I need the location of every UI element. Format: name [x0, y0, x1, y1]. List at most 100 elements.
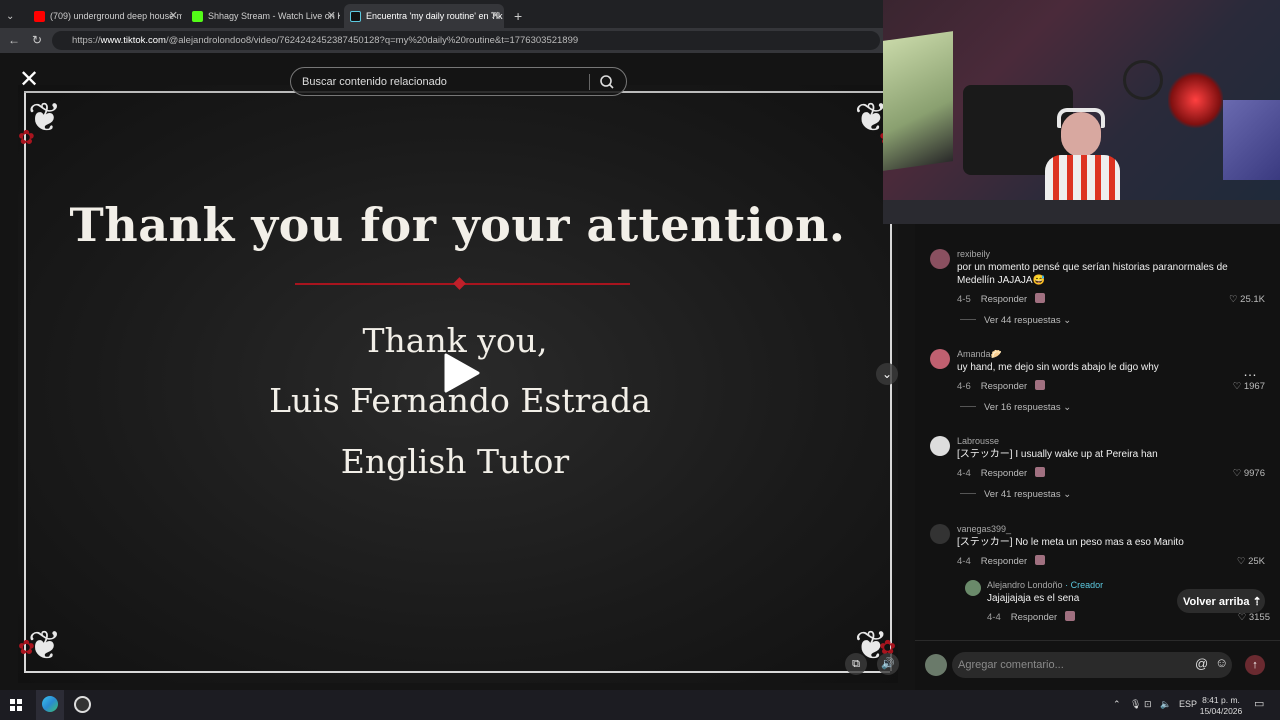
- tab-kick[interactable]: Shhagy Stream - Watch Live on Ki ✕: [186, 4, 340, 28]
- mention-icon[interactable]: @: [1195, 656, 1208, 671]
- avatar[interactable]: [930, 349, 950, 369]
- comment-input[interactable]: Agregar comentario...: [952, 652, 1232, 678]
- like-count: 3155: [1248, 612, 1270, 623]
- pip-icon[interactable]: ⧉: [845, 653, 867, 675]
- play-icon[interactable]: [442, 351, 482, 395]
- heart-icon[interactable]: ♡: [1237, 556, 1246, 567]
- rose-icon: ✿: [18, 125, 35, 149]
- avatar[interactable]: [930, 524, 950, 544]
- next-video-chevron-icon[interactable]: ⌄: [876, 363, 898, 385]
- comment-username[interactable]: rexibeily: [957, 249, 990, 259]
- sticker-icon: [1035, 380, 1046, 390]
- heart-icon[interactable]: ♡: [1229, 294, 1238, 305]
- emoji-icon[interactable]: ☺: [1215, 655, 1228, 670]
- search-separator: [589, 74, 590, 90]
- windows-start-icon[interactable]: [10, 699, 22, 711]
- close-tab-icon[interactable]: ✕: [491, 9, 500, 22]
- comment-text: por un momento pensé que serían historia…: [957, 262, 1228, 286]
- notification-icon[interactable]: ▭: [1254, 697, 1264, 710]
- rose-icon: ✿: [18, 635, 35, 659]
- bed: [1223, 100, 1280, 180]
- frame-border-bottom: [24, 671, 890, 673]
- comment-text: uy hand, me dejo sin words abajo le digo…: [957, 362, 1159, 373]
- comment-date: 4-6: [957, 381, 971, 392]
- reply-username[interactable]: Alejandro Londoño · Creador: [987, 580, 1103, 590]
- view-replies-button[interactable]: Ver 41 respuestas ⌄: [960, 489, 1071, 500]
- clock[interactable]: 8:41 p. m. 15/04/2026: [1199, 695, 1243, 717]
- taskbar-edge-button[interactable]: [36, 690, 64, 720]
- tab-list-button[interactable]: ⌄: [0, 4, 26, 28]
- tab-tiktok[interactable]: Encuentra 'my daily routine' en Tik ✕: [344, 4, 504, 28]
- send-icon[interactable]: ↑: [1245, 655, 1265, 675]
- tab-label: (709) underground deep house m: [50, 11, 182, 21]
- language-indicator[interactable]: ESP: [1179, 699, 1197, 709]
- obs-icon[interactable]: [74, 696, 91, 713]
- view-replies-button[interactable]: Ver 16 respuestas ⌄: [960, 402, 1071, 413]
- mic-icon[interactable]: 🎙: [1130, 699, 1141, 710]
- comment-placeholder: Agregar comentario...: [958, 659, 1064, 671]
- comment-username[interactable]: Labrousse: [957, 436, 999, 446]
- slide-title: Thank you for your attention.: [69, 198, 846, 252]
- close-tab-icon[interactable]: ✕: [169, 9, 178, 22]
- reply-button[interactable]: Responder: [981, 468, 1027, 479]
- fan-icon: [1123, 60, 1163, 100]
- headphones-icon: [1057, 108, 1105, 128]
- comment-date: 4-4: [957, 468, 971, 479]
- comment-text: [ステッカー] I usually wake up at Pereira han: [957, 449, 1158, 460]
- avatar: [925, 654, 947, 676]
- close-tab-icon[interactable]: ✕: [327, 9, 336, 22]
- sticker-icon: [1035, 555, 1046, 565]
- like-count: 1967: [1243, 381, 1265, 392]
- url-input[interactable]: https://www.tiktok.com/@alejandrolondoo8…: [52, 31, 880, 50]
- back-icon[interactable]: ←: [8, 33, 20, 47]
- url-domain: www.tiktok.com: [100, 35, 166, 46]
- heart-icon[interactable]: ♡: [1238, 612, 1247, 623]
- reply-button[interactable]: Responder: [981, 294, 1027, 305]
- url-path: /@alejandrolondoo8/video/762424245238745…: [165, 35, 579, 46]
- comment-item: Labrousse [ステッカー] I usually wake up at P…: [930, 436, 1275, 516]
- heart-icon[interactable]: ♡: [1233, 381, 1242, 392]
- reload-icon[interactable]: ↻: [32, 33, 42, 47]
- view-replies-label: Ver 44 respuestas: [984, 315, 1061, 326]
- tiktok-icon: [350, 10, 361, 22]
- search-icon[interactable]: [598, 73, 616, 91]
- tab-youtube[interactable]: (709) underground deep house m ✕: [28, 4, 182, 28]
- like-count: 9976: [1243, 468, 1265, 479]
- like-count: 25K: [1248, 556, 1265, 567]
- clock-date: 15/04/2026: [1199, 706, 1243, 716]
- comment-item: rexibeily por un momento pensé que sería…: [930, 249, 1275, 329]
- avatar[interactable]: [930, 249, 950, 269]
- avatar[interactable]: [930, 436, 950, 456]
- edge-icon: [42, 696, 58, 712]
- sticker-icon: [1035, 467, 1046, 477]
- comment-text: [ステッカー] No le meta un peso mas a eso Man…: [957, 537, 1184, 548]
- tray-chevron-icon[interactable]: ⌃: [1113, 699, 1121, 710]
- comment-username[interactable]: Amanda🥟: [957, 349, 1002, 360]
- comment-date: 4-5: [957, 294, 971, 305]
- view-replies-label: Ver 16 respuestas: [984, 402, 1061, 413]
- add-comment-bar: Agregar comentario... @ ☺ ↑: [915, 640, 1280, 690]
- heart-icon[interactable]: ♡: [1233, 468, 1242, 479]
- network-icon[interactable]: ⊡: [1144, 699, 1152, 710]
- volume-tray-icon[interactable]: 🔈: [1160, 699, 1171, 710]
- close-icon[interactable]: ✕: [16, 67, 42, 93]
- video-player[interactable]: ❦ ❦ ❦ ❦ ✿ ✿ ✿ ✿ Thank you for your atten…: [0, 53, 915, 690]
- kick-icon: [192, 10, 203, 22]
- comment-item: vanegas399_ [ステッカー] No le meta un peso m…: [930, 524, 1275, 584]
- reply-button[interactable]: Responder: [981, 381, 1027, 392]
- like-count: 25.1K: [1240, 294, 1265, 305]
- avatar[interactable]: [965, 580, 981, 596]
- back-to-top-button[interactable]: Volver arriba ⇡: [1177, 589, 1265, 613]
- more-options-icon[interactable]: …: [1243, 363, 1257, 379]
- red-light: [1168, 70, 1223, 130]
- related-search-input[interactable]: Buscar contenido relacionado: [290, 67, 627, 96]
- comment-username[interactable]: vanegas399_: [957, 524, 1011, 534]
- volume-icon[interactable]: 🔊: [877, 653, 899, 675]
- new-tab-button[interactable]: +: [508, 4, 528, 28]
- reply-button[interactable]: Responder: [1011, 612, 1057, 623]
- view-replies-button[interactable]: Ver 44 respuestas ⌄: [960, 315, 1071, 326]
- search-placeholder: Buscar contenido relacionado: [302, 76, 447, 88]
- tab-label: Encuentra 'my daily routine' en Tik: [366, 11, 503, 21]
- reply-button[interactable]: Responder: [981, 556, 1027, 567]
- clock-time: 8:41 p. m.: [1202, 695, 1240, 705]
